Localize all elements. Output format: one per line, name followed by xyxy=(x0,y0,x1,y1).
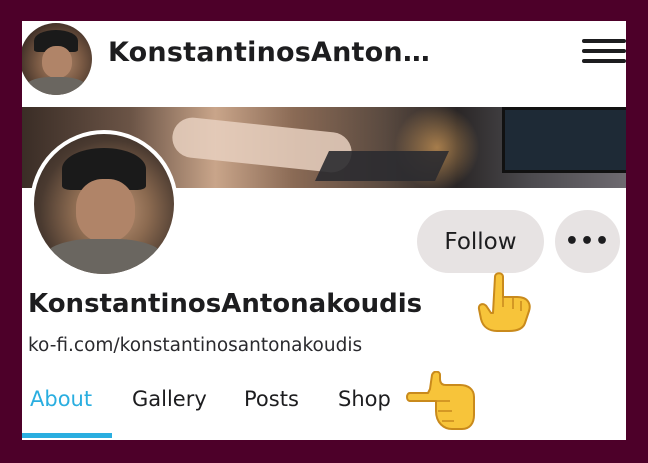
follow-button[interactable]: Follow xyxy=(417,210,544,273)
header-title: KonstantinosAnton… xyxy=(108,37,431,68)
tab-shop[interactable]: Shop xyxy=(338,383,391,415)
active-tab-indicator xyxy=(22,433,112,438)
profile-name: KonstantinosAntonakoudis xyxy=(28,289,423,319)
profile-card: KonstantinosAnton… Follow ••• Konstantin… xyxy=(22,21,626,440)
pointing-left-emoji-icon xyxy=(406,371,475,430)
menu-line xyxy=(582,39,626,43)
header-avatar[interactable] xyxy=(22,23,92,95)
profile-url-link[interactable]: ko-fi.com/konstantinosantonakoudis xyxy=(28,332,362,360)
profile-tabs: About Gallery Posts Shop xyxy=(22,373,626,440)
tab-posts[interactable]: Posts xyxy=(244,383,299,415)
banner-monitor-shape xyxy=(502,107,626,173)
banner-keyboard-shape xyxy=(315,151,449,181)
menu-line xyxy=(582,49,626,53)
avatar-face-shape xyxy=(41,46,72,79)
avatar-face-shape xyxy=(76,178,135,242)
tab-gallery[interactable]: Gallery xyxy=(132,383,207,415)
hamburger-menu-icon[interactable] xyxy=(580,35,626,67)
tab-about[interactable]: About xyxy=(30,383,92,415)
menu-line xyxy=(582,59,626,63)
avatar-shirt-shape xyxy=(41,239,167,274)
avatar-shirt-shape xyxy=(23,77,89,95)
profile-avatar[interactable] xyxy=(30,130,178,278)
top-bar: KonstantinosAnton… xyxy=(22,21,626,107)
pointing-up-emoji-icon xyxy=(477,272,531,332)
more-options-button[interactable]: ••• xyxy=(555,210,620,273)
